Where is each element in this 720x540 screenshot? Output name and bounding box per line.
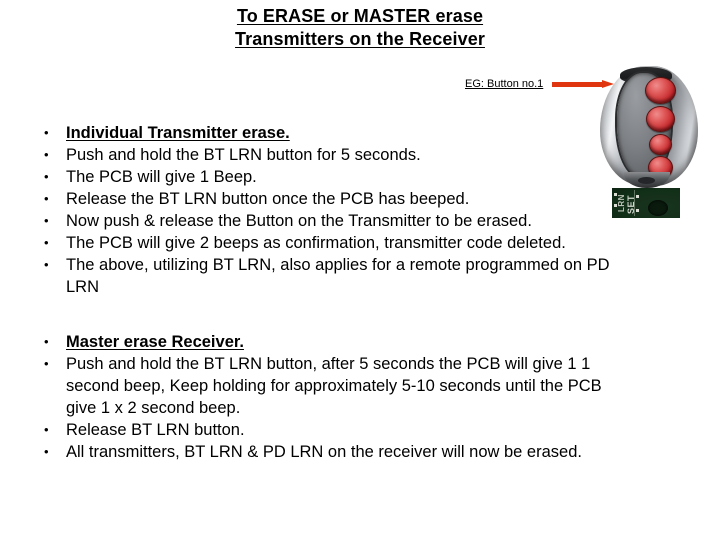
list-item-label: The PCB will give 2 beeps as confirmatio… <box>66 234 566 252</box>
page-title-line-1: To ERASE or MASTER erase <box>236 6 484 26</box>
list-item-label: Individual Transmitter erase. <box>66 124 290 142</box>
list-item-label: The PCB will give 1 Beep. <box>66 168 257 186</box>
bullet-icon: • <box>44 257 49 272</box>
instruction-list-master-erase: • Master erase Receiver. • Push and hold… <box>36 331 686 463</box>
bullet-icon: • <box>44 356 49 371</box>
list-item: • Push and hold the BT LRN button for 5 … <box>36 144 686 166</box>
instruction-list-individual-erase: • Individual Transmitter erase. • Push a… <box>36 122 686 298</box>
list-item: • Individual Transmitter erase. <box>36 122 686 144</box>
list-item: • The PCB will give 1 Beep. <box>36 166 686 188</box>
list-item: • The above, utilizing BT LRN, also appl… <box>36 254 686 298</box>
list-item-label: Release the BT LRN button once the PCB h… <box>66 190 470 208</box>
bullet-icon: • <box>44 235 49 250</box>
list-item-label: All transmitters, BT LRN & PD LRN on the… <box>66 443 582 461</box>
list-item-label: Push and hold the BT LRN button, after 5… <box>66 355 602 417</box>
bullet-icon: • <box>44 191 49 206</box>
page-title: To ERASE or MASTER erase Transmitters on… <box>0 6 720 50</box>
list-item-label: Release BT LRN button. <box>66 421 245 439</box>
bullet-icon: • <box>44 147 49 162</box>
bullet-icon: • <box>44 444 49 459</box>
list-item: • Release BT LRN button. <box>36 419 686 441</box>
list-item: • Release the BT LRN button once the PCB… <box>36 188 686 210</box>
bullet-icon: • <box>44 422 49 437</box>
bullet-icon: • <box>44 125 49 140</box>
page-title-line-2: Transmitters on the Receiver <box>235 29 485 49</box>
list-item: • The PCB will give 2 beeps as confirmat… <box>36 232 686 254</box>
list-item: • Master erase Receiver. <box>36 331 686 353</box>
callout-label: EG: Button no.1 <box>465 78 544 90</box>
bullet-icon: • <box>44 213 49 228</box>
list-item-label: Master erase Receiver. <box>66 333 244 351</box>
list-item-label: Now push & release the Button on the Tra… <box>66 212 532 230</box>
list-item-label: The above, utilizing BT LRN, also applie… <box>66 256 610 296</box>
list-item: • Push and hold the BT LRN button, after… <box>36 353 686 419</box>
list-item: • Now push & release the Button on the T… <box>36 210 686 232</box>
bullet-icon: • <box>44 169 49 184</box>
remote-button-1-icon <box>645 77 676 104</box>
list-item: • All transmitters, BT LRN & PD LRN on t… <box>36 441 686 463</box>
list-item-label: Push and hold the BT LRN button for 5 se… <box>66 146 421 164</box>
bullet-icon: • <box>44 334 49 349</box>
